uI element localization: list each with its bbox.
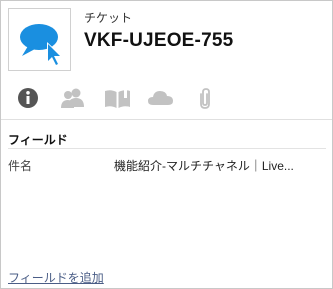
field-value[interactable]: 機能紹介-マルチチャネル｜Live... [114,157,304,174]
entity-name: VKF-UJEOE-755 [84,30,234,51]
info-icon [18,88,38,108]
entity-type-label: チケット [84,11,133,25]
paperclip-icon [200,88,210,109]
chat-bubble-cursor-icon [20,24,63,67]
detail-tabs [1,85,332,113]
cloud-icon [148,91,173,105]
section-divider [8,148,326,149]
entity-logo [8,8,71,71]
people-icon [61,88,84,108]
add-field-link[interactable]: フィールドを追加 [8,269,104,286]
tab-knowledge[interactable] [103,85,133,113]
tab-attachments[interactable] [191,85,221,113]
field-row: 件名 機能紹介-マルチチャネル｜Live... [8,157,326,175]
entity-header: チケット VKF-UJEOE-755 [1,1,332,81]
field-label: 件名 [8,159,33,173]
book-icon [105,90,130,108]
entity-panel: チケット VKF-UJEOE-755 フィールド 件名 機能紹介-マルチチャネル… [0,0,333,289]
tab-people[interactable] [58,85,88,113]
tab-cloud[interactable] [146,85,176,113]
section-title: フィールド [8,133,68,147]
tab-info[interactable] [14,85,44,113]
tabs-divider [1,119,332,120]
